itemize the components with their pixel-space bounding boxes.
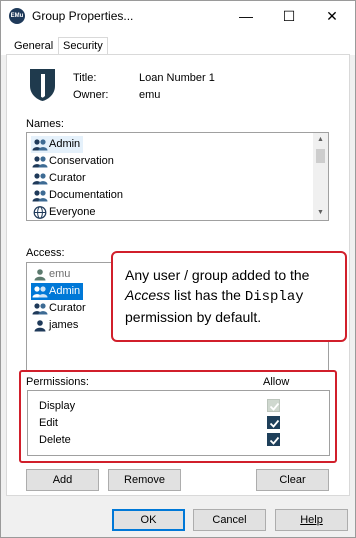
ok-button[interactable]: OK <box>112 509 185 531</box>
permission-display-label: Display <box>39 400 76 412</box>
callout-text: Any user / group added to the <box>125 267 310 283</box>
callout-text: list has the <box>170 287 245 303</box>
user-icon <box>34 269 46 281</box>
check-icon <box>269 402 280 411</box>
tab-general[interactable]: General <box>11 39 56 55</box>
group-icon <box>32 139 48 151</box>
shield-icon <box>30 69 55 101</box>
owner-value: emu <box>139 89 161 101</box>
list-item-label: Admin <box>49 138 81 150</box>
check-icon <box>269 419 280 428</box>
scroll-up-icon[interactable]: ▲ <box>313 133 328 147</box>
clear-button[interactable]: Clear <box>256 469 329 491</box>
owner-label: Owner: <box>73 89 109 101</box>
scroll-thumb[interactable] <box>316 149 325 163</box>
list-item[interactable]: Conservation <box>31 153 117 170</box>
add-button[interactable]: Add <box>26 469 99 491</box>
list-item[interactable]: Everyone <box>31 204 98 220</box>
annotation-callout: Any user / group added to the Access lis… <box>111 251 347 342</box>
title-label: Title: <box>73 72 97 84</box>
title-bar[interactable]: EMu Group Properties... — ☐ ✕ <box>1 1 355 31</box>
help-button[interactable]: Help <box>275 509 348 531</box>
minimize-button[interactable]: — <box>226 1 266 31</box>
title-value: Loan Number 1 <box>139 72 215 84</box>
group-properties-window: EMu Group Properties... — ☐ ✕ General Se… <box>0 0 356 538</box>
list-item[interactable]: Admin <box>31 136 84 153</box>
group-icon <box>32 303 48 315</box>
help-button-label: Help <box>300 514 323 526</box>
names-label: Names: <box>26 118 64 130</box>
permission-delete-label: Delete <box>39 434 71 446</box>
check-icon <box>269 436 280 445</box>
callout-display-term: Display <box>244 289 304 305</box>
remove-button[interactable]: Remove <box>108 469 181 491</box>
group-icon <box>32 173 48 185</box>
list-item[interactable]: emu <box>31 266 73 283</box>
group-icon <box>32 286 48 298</box>
list-item-label: Everyone <box>49 206 96 218</box>
names-list[interactable]: Admin Conservation Curator Documentation… <box>26 132 329 221</box>
names-scrollbar[interactable]: ▲ ▼ <box>313 133 328 220</box>
emu-app-icon: EMu <box>9 8 25 24</box>
cancel-button[interactable]: Cancel <box>193 509 266 531</box>
list-item[interactable]: Admin <box>31 283 84 300</box>
list-item[interactable]: Documentation <box>31 187 126 204</box>
scroll-down-icon[interactable]: ▼ <box>313 206 328 220</box>
permissions-label: Permissions: <box>26 376 89 388</box>
group-icon <box>32 190 48 202</box>
maximize-button[interactable]: ☐ <box>269 1 309 31</box>
list-item[interactable]: Curator <box>31 170 89 187</box>
list-item-label: Curator <box>49 172 86 184</box>
group-icon <box>32 156 48 168</box>
allow-column-label: Allow <box>263 376 290 388</box>
list-item-label: Conservation <box>49 155 114 167</box>
list-item[interactable]: Curator <box>31 300 89 317</box>
tab-security[interactable]: Security <box>58 37 108 55</box>
callout-access-term: Access <box>125 287 171 303</box>
callout-text: permission by default. <box>125 309 262 325</box>
access-label: Access: <box>26 247 65 259</box>
delete-allow-checkbox[interactable] <box>267 433 280 446</box>
list-item-label: emu <box>49 268 71 280</box>
list-item-label: Documentation <box>49 189 123 201</box>
close-button[interactable]: ✕ <box>312 1 352 31</box>
list-item-label: Curator <box>49 302 86 314</box>
list-item[interactable]: james <box>31 317 81 334</box>
user-icon <box>34 320 46 332</box>
list-item-label: james <box>49 319 79 331</box>
window-title: Group Properties... <box>32 9 134 23</box>
edit-allow-checkbox[interactable] <box>267 416 280 429</box>
tab-bar: General Security <box>1 31 355 55</box>
display-allow-checkbox[interactable] <box>267 399 280 412</box>
list-item-label: Admin <box>49 285 81 297</box>
permission-edit-label: Edit <box>39 417 58 429</box>
globe-icon <box>33 206 47 219</box>
